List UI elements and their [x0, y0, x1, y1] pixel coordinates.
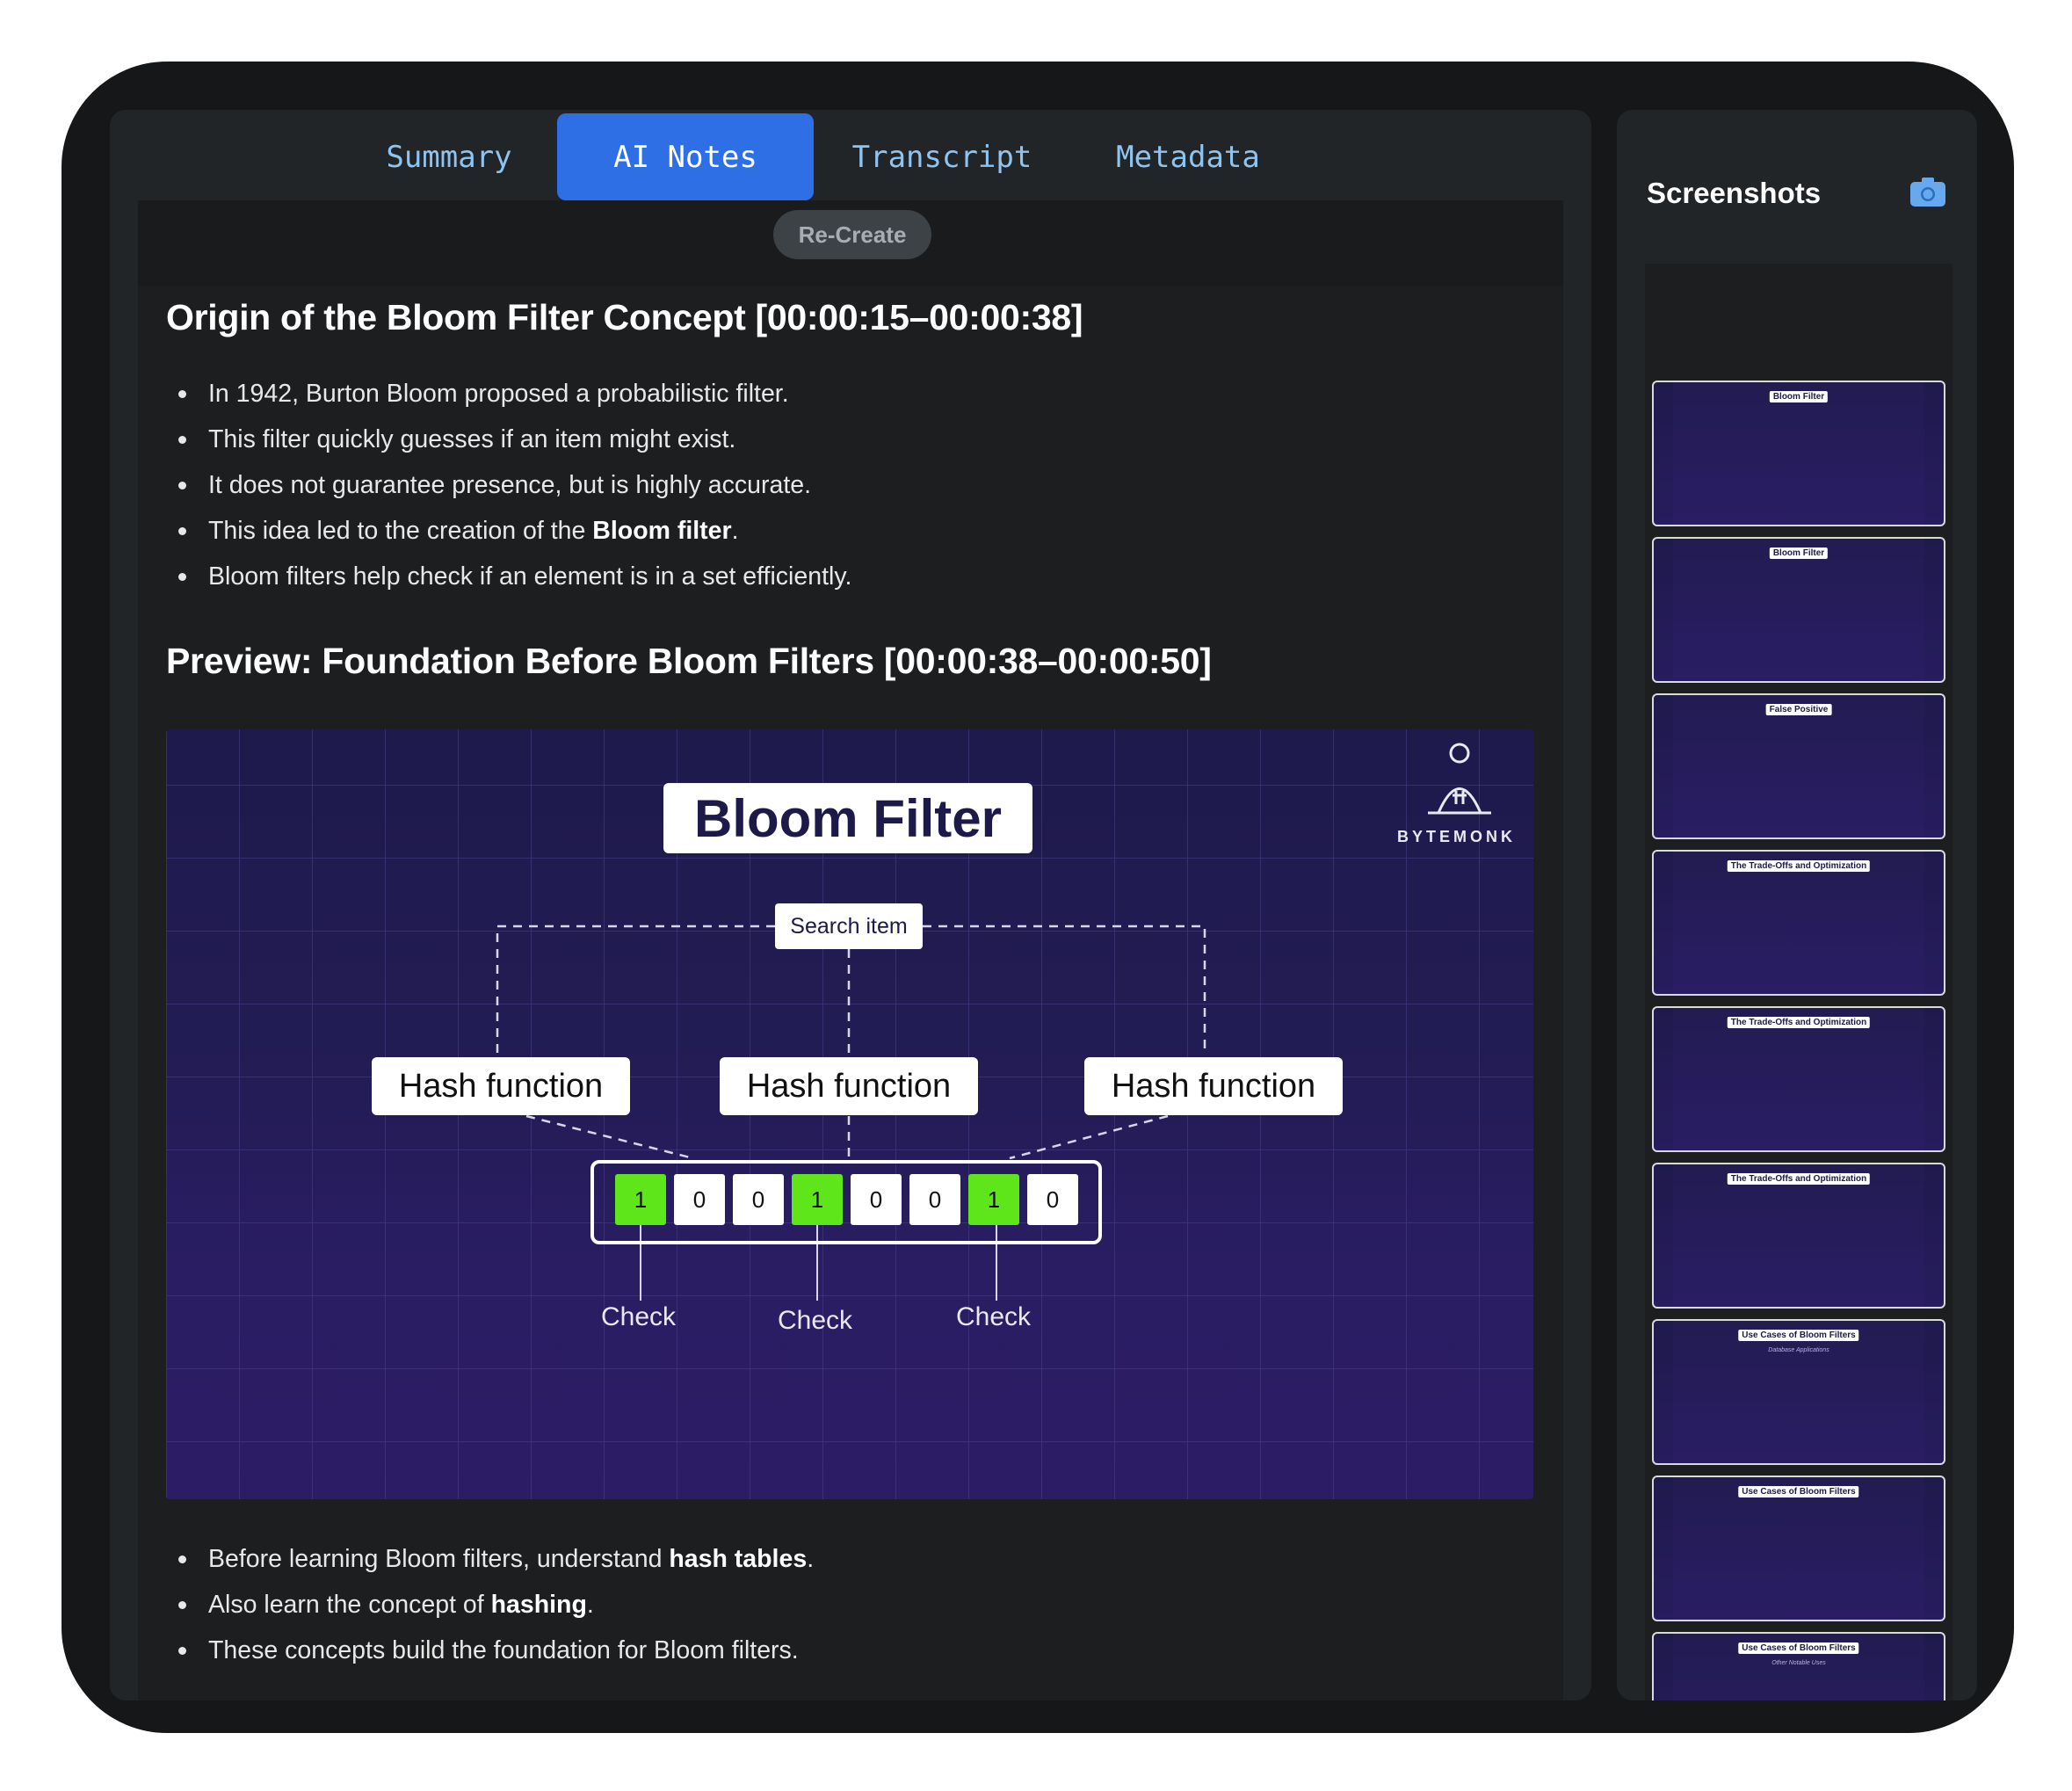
- list-item: Also learn the concept of hashing.: [166, 1582, 814, 1628]
- hash-function-box: Hash function: [372, 1057, 630, 1115]
- hash-function-box: Hash function: [1084, 1057, 1343, 1115]
- bit-cell: 0: [851, 1174, 902, 1225]
- tab-summary[interactable]: Summary: [370, 113, 528, 200]
- screenshots-panel: Screenshots Bloom Filter Bloom Filter Fa…: [1617, 110, 1977, 1700]
- list-item: This idea led to the creation of the Blo…: [166, 508, 851, 554]
- screenshot-thumbnail[interactable]: The Trade-Offs and Optimization: [1652, 850, 1945, 996]
- screenshot-thumbnail[interactable]: The Trade-Offs and Optimization: [1652, 1163, 1945, 1309]
- screenshot-thumbnail[interactable]: False Positive: [1652, 693, 1945, 839]
- check-label: Check: [778, 1306, 853, 1335]
- screenshots-title: Screenshots: [1647, 177, 1822, 209]
- check-label: Check: [601, 1302, 677, 1331]
- screenshot-thumbnail[interactable]: The Trade-Offs and Optimization: [1652, 1006, 1945, 1152]
- check-label: Check: [956, 1302, 1032, 1331]
- bit-cell: 0: [909, 1174, 960, 1225]
- bit-cell: 0: [1027, 1174, 1078, 1225]
- bit-cell: 1: [792, 1174, 843, 1225]
- list-item: In 1942, Burton Bloom proposed a probabi…: [166, 371, 851, 417]
- slide-screenshot: Bloom Filter BYTEMONK Search item Hash f…: [166, 729, 1533, 1499]
- list-item: This filter quickly guesses if an item m…: [166, 417, 851, 462]
- screenshot-thumbnail[interactable]: Use Cases of Bloom Filters Other Notable …: [1652, 1632, 1945, 1700]
- brand-logo-text: BYTEMONK: [1397, 828, 1516, 845]
- screenshot-thumbnail[interactable]: Use Cases of Bloom Filters: [1652, 1476, 1945, 1621]
- slide-title: Bloom Filter: [663, 783, 1032, 853]
- section-heading-preview: Preview: Foundation Before Bloom Filters…: [166, 641, 1212, 681]
- list-item: Bloom filters help check if an element i…: [166, 554, 851, 599]
- hash-function-box: Hash function: [720, 1057, 978, 1115]
- list-item: These concepts build the foundation for …: [166, 1628, 814, 1673]
- search-item-box: Search item: [775, 903, 923, 949]
- screenshot-thumbnail[interactable]: Use Cases of Bloom Filters Database Appli…: [1652, 1319, 1945, 1465]
- bit-array: [590, 1160, 1102, 1244]
- bit-cell: 1: [968, 1174, 1019, 1225]
- bit-cell: 0: [674, 1174, 725, 1225]
- section-heading-origin: Origin of the Bloom Filter Concept [00:0…: [166, 297, 1083, 337]
- section-bullets-preview: Before learning Bloom filters, understan…: [166, 1536, 814, 1673]
- list-item: Before learning Bloom filters, understan…: [166, 1536, 814, 1582]
- screenshot-thumbnail[interactable]: Bloom Filter: [1652, 381, 1945, 526]
- section-bullets-origin: In 1942, Burton Bloom proposed a probabi…: [166, 371, 851, 599]
- tab-metadata[interactable]: Metadata: [1105, 113, 1271, 200]
- bit-cell: 1: [615, 1174, 666, 1225]
- screenshot-list[interactable]: Bloom Filter Bloom Filter False Positive…: [1645, 264, 1952, 1700]
- bit-cell: 0: [733, 1174, 784, 1225]
- re-create-button[interactable]: Re-Create: [773, 210, 931, 259]
- camera-icon[interactable]: [1909, 176, 1946, 207]
- list-item: It does not guarantee presence, but is h…: [166, 462, 851, 508]
- screenshot-thumbnail[interactable]: Bloom Filter: [1652, 537, 1945, 683]
- tab-ai-notes[interactable]: AI Notes: [557, 113, 814, 200]
- tab-transcript[interactable]: Transcript: [841, 113, 1043, 200]
- toolbar-strip: Re-Create: [138, 200, 1563, 286]
